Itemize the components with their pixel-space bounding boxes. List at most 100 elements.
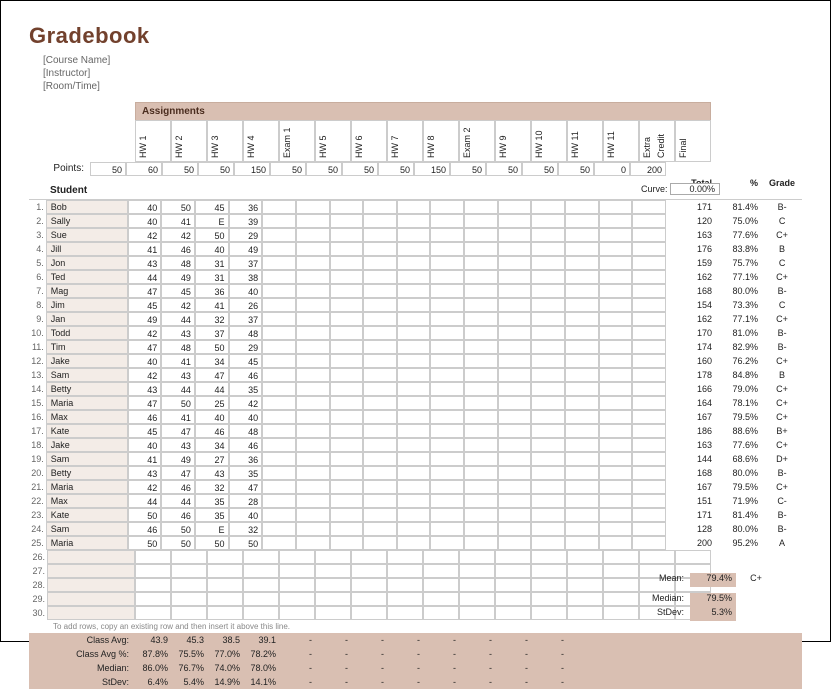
curve-value[interactable]: 0.00% [670, 183, 720, 195]
score-cell[interactable] [531, 284, 565, 298]
score-cell[interactable] [262, 354, 296, 368]
score-cell[interactable]: 41 [161, 214, 195, 228]
score-cell[interactable] [363, 312, 397, 326]
score-cell[interactable] [498, 536, 532, 550]
score-cell[interactable] [363, 382, 397, 396]
score-cell[interactable] [330, 382, 364, 396]
score-cell[interactable]: 40 [229, 508, 263, 522]
score-cell[interactable] [330, 424, 364, 438]
score-cell[interactable]: 42 [161, 228, 195, 242]
score-cell[interactable] [565, 452, 599, 466]
student-name[interactable]: Betty [46, 382, 128, 396]
score-cell[interactable] [599, 298, 633, 312]
score-cell[interactable] [363, 410, 397, 424]
score-cell[interactable] [430, 410, 464, 424]
score-cell[interactable] [296, 312, 330, 326]
score-cell[interactable] [464, 298, 498, 312]
score-cell[interactable] [632, 410, 666, 424]
score-cell[interactable]: 50 [128, 536, 162, 550]
score-cell[interactable]: 43 [161, 438, 195, 452]
score-cell[interactable] [262, 382, 296, 396]
score-cell[interactable] [363, 508, 397, 522]
score-cell[interactable] [599, 522, 633, 536]
score-cell[interactable] [599, 256, 633, 270]
score-cell[interactable] [363, 522, 397, 536]
score-cell[interactable] [498, 214, 532, 228]
score-cell[interactable] [296, 508, 330, 522]
score-cell[interactable]: 50 [128, 508, 162, 522]
score-cell[interactable] [397, 256, 431, 270]
score-cell[interactable] [363, 494, 397, 508]
score-cell[interactable] [430, 284, 464, 298]
score-cell[interactable] [296, 494, 330, 508]
score-cell[interactable]: 44 [161, 494, 195, 508]
score-cell[interactable] [363, 298, 397, 312]
score-cell[interactable]: 50 [161, 200, 195, 214]
score-cell[interactable]: 32 [229, 522, 263, 536]
score-cell[interactable] [397, 466, 431, 480]
score-cell[interactable] [330, 256, 364, 270]
score-cell[interactable] [565, 522, 599, 536]
score-cell[interactable] [498, 480, 532, 494]
student-name[interactable]: Ted [46, 270, 128, 284]
score-cell[interactable] [599, 340, 633, 354]
score-cell[interactable]: 31 [195, 270, 229, 284]
score-cell[interactable] [296, 410, 330, 424]
score-cell[interactable]: 50 [161, 396, 195, 410]
score-cell[interactable] [430, 354, 464, 368]
score-cell[interactable] [464, 382, 498, 396]
score-cell[interactable] [262, 340, 296, 354]
score-cell[interactable] [262, 522, 296, 536]
score-cell[interactable] [632, 340, 666, 354]
score-cell[interactable] [262, 452, 296, 466]
score-cell[interactable] [330, 480, 364, 494]
points-cell[interactable]: 50 [198, 162, 234, 176]
score-cell[interactable] [397, 214, 431, 228]
score-cell[interactable] [363, 214, 397, 228]
points-cell[interactable]: 50 [90, 162, 126, 176]
score-cell[interactable] [464, 354, 498, 368]
score-cell[interactable] [498, 452, 532, 466]
student-name[interactable]: Maria [46, 536, 128, 550]
score-cell[interactable] [464, 508, 498, 522]
score-cell[interactable] [464, 466, 498, 480]
score-cell[interactable]: 42 [128, 368, 162, 382]
score-cell[interactable] [296, 522, 330, 536]
student-name[interactable]: Sally [46, 214, 128, 228]
score-cell[interactable]: 45 [128, 424, 162, 438]
score-cell[interactable] [565, 214, 599, 228]
score-cell[interactable] [430, 438, 464, 452]
score-cell[interactable] [599, 270, 633, 284]
score-cell[interactable] [464, 214, 498, 228]
score-cell[interactable] [464, 480, 498, 494]
points-cell[interactable]: 50 [522, 162, 558, 176]
score-cell[interactable] [363, 326, 397, 340]
score-cell[interactable] [363, 396, 397, 410]
score-cell[interactable] [296, 382, 330, 396]
score-cell[interactable] [498, 382, 532, 396]
score-cell[interactable] [430, 382, 464, 396]
student-name[interactable]: Maria [46, 396, 128, 410]
score-cell[interactable] [632, 522, 666, 536]
score-cell[interactable] [363, 200, 397, 214]
score-cell[interactable] [296, 340, 330, 354]
score-cell[interactable] [464, 494, 498, 508]
score-cell[interactable] [498, 410, 532, 424]
score-cell[interactable] [498, 522, 532, 536]
score-cell[interactable] [498, 508, 532, 522]
score-cell[interactable]: 37 [195, 326, 229, 340]
score-cell[interactable] [599, 200, 633, 214]
score-cell[interactable] [363, 354, 397, 368]
score-cell[interactable]: 46 [128, 522, 162, 536]
score-cell[interactable] [430, 256, 464, 270]
score-cell[interactable]: 42 [229, 396, 263, 410]
score-cell[interactable] [262, 256, 296, 270]
score-cell[interactable] [464, 228, 498, 242]
score-cell[interactable] [397, 284, 431, 298]
student-name[interactable]: Todd [46, 326, 128, 340]
score-cell[interactable] [632, 368, 666, 382]
score-cell[interactable] [262, 424, 296, 438]
score-cell[interactable] [498, 200, 532, 214]
score-cell[interactable] [531, 312, 565, 326]
score-cell[interactable]: 49 [229, 242, 263, 256]
